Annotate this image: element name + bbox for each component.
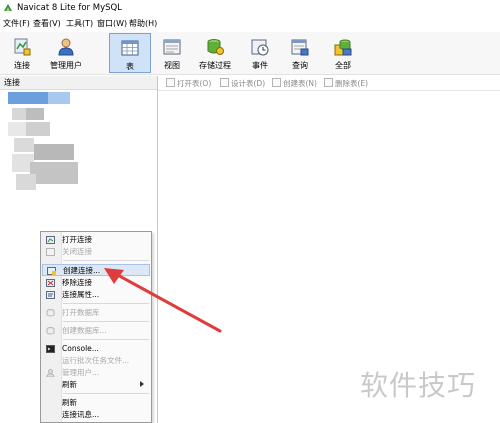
menu-separator — [63, 303, 149, 304]
menu-open-database[interactable]: 打开数据库 — [42, 307, 150, 319]
view-icon — [163, 39, 181, 55]
menu-connection-info[interactable]: 连接讯息... — [42, 409, 150, 421]
menu-remove-connection[interactable]: 移除连接 — [42, 277, 150, 289]
menu-new-connection[interactable]: 创建连接... — [42, 264, 150, 276]
console-icon — [46, 345, 55, 353]
menu-manage-users[interactable]: 管理用户... — [42, 367, 150, 379]
manage-users-button[interactable]: 管理用户 — [42, 33, 90, 73]
main-toolbar: 连接 管理用户 表 视图 存储过程 事件 查询 全部 — [0, 32, 500, 75]
design-table-icon — [220, 78, 229, 87]
menu-connection-properties[interactable]: 连接属性... — [42, 289, 150, 301]
connection-icon — [14, 38, 31, 56]
event-button[interactable]: 事件 — [245, 33, 275, 73]
menu-window[interactable]: 窗口(W) — [97, 18, 127, 30]
menu-tools[interactable]: 工具(T) — [66, 18, 93, 30]
menu-help[interactable]: 帮助(H) — [129, 18, 157, 30]
menu-separator — [63, 339, 149, 340]
close-connection-icon — [46, 248, 55, 256]
delete-table-button[interactable]: 删除表(E) — [324, 78, 368, 89]
title-bar: Navicat 8 Lite for MySQL — [0, 0, 500, 16]
user-icon — [58, 38, 74, 56]
open-table-icon — [166, 78, 175, 87]
design-table-button[interactable]: 设计表(D) — [220, 78, 265, 89]
menu-open-connection[interactable]: 打开连接 — [42, 234, 150, 246]
all-objects-icon — [334, 39, 352, 56]
delete-table-icon — [324, 78, 333, 87]
menu-separator — [63, 393, 149, 394]
table-button[interactable]: 表 — [109, 33, 151, 73]
menu-console[interactable]: Console... — [42, 343, 150, 355]
window-title: Navicat 8 Lite for MySQL — [17, 3, 122, 13]
menu-new-database[interactable]: 创建数据库... — [42, 325, 150, 337]
submenu-arrow-icon — [140, 381, 144, 387]
connection-context-menu: 打开连接 关闭连接 创建连接... 移除连接 连接属性... 打开数据库 创建数… — [40, 231, 152, 423]
new-database-icon — [46, 327, 55, 335]
stored-procedure-button[interactable]: 存储过程 — [195, 33, 235, 73]
menu-run-batch-job[interactable]: 运行批次任务文件... — [42, 355, 150, 367]
menu-file[interactable]: 文件(F) — [3, 18, 30, 30]
open-table-button[interactable]: 打开表(O) — [166, 78, 211, 89]
watermark-text: 软件技巧 — [360, 369, 477, 402]
menu-view[interactable]: 查看(V) — [33, 18, 61, 30]
menu-refresh-submenu[interactable]: 刷新 — [42, 379, 150, 391]
manage-users-icon — [46, 369, 55, 377]
menu-refresh[interactable]: 刷新 — [42, 397, 150, 409]
connection-button[interactable]: 连接 — [6, 33, 38, 73]
connections-header: 连接 — [0, 76, 157, 90]
object-toolbar: 打开表(O) 设计表(D) 创建表(N) 删除表(E) — [158, 76, 500, 91]
navicat-app-icon — [4, 4, 12, 11]
menu-separator — [63, 321, 149, 322]
open-database-icon — [46, 309, 55, 317]
create-table-button[interactable]: 创建表(N) — [272, 78, 317, 89]
create-table-icon — [272, 78, 281, 87]
view-button[interactable]: 视图 — [157, 33, 187, 73]
query-button[interactable]: 查询 — [285, 33, 315, 73]
new-connection-icon — [47, 267, 56, 275]
connection-properties-icon — [46, 291, 55, 299]
menu-bar: 文件(F) 查看(V) 工具(T) 窗口(W) 帮助(H) — [0, 16, 500, 32]
all-objects-button[interactable]: 全部 — [326, 33, 360, 73]
table-icon — [121, 40, 139, 56]
remove-connection-icon — [46, 279, 55, 287]
menu-separator — [63, 260, 149, 261]
event-clock-icon — [251, 39, 269, 56]
open-connection-icon — [46, 236, 55, 244]
stored-procedure-icon — [207, 39, 224, 55]
blurred-connection-list — [0, 90, 90, 200]
query-icon — [291, 39, 309, 56]
menu-close-connection[interactable]: 关闭连接 — [42, 246, 150, 258]
